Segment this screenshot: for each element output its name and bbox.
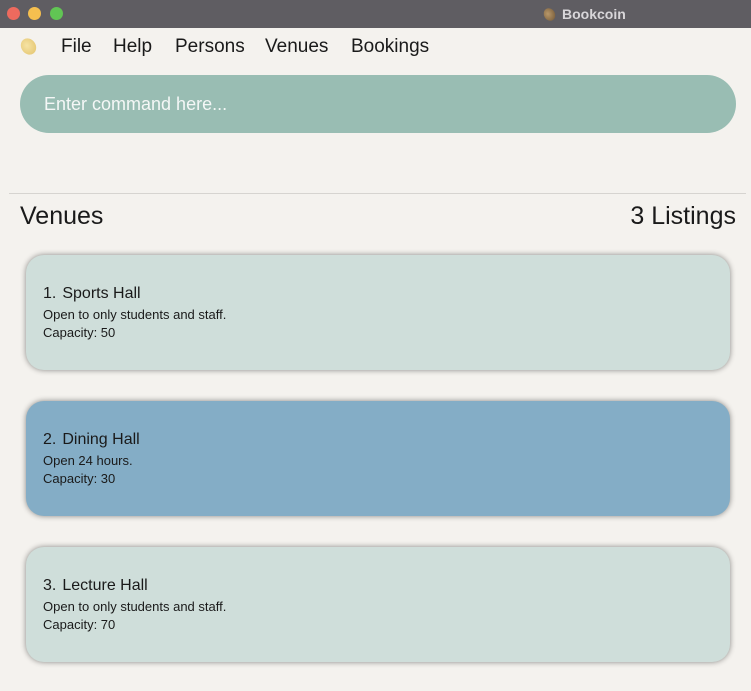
venue-name-line: 2. Dining Hall [43,431,730,449]
menu-venues[interactable]: Venues [265,36,328,58]
venue-index: 2. [43,431,57,448]
window-title: Bookcoin [541,5,626,23]
menu-bookings[interactable]: Bookings [351,36,429,58]
venue-description: Open to only students and staff. [43,599,227,614]
coin-icon [541,5,558,23]
venue-capacity: Capacity: 70 [43,617,116,632]
menu-file[interactable]: File [61,36,92,58]
menu-bar: File Help Persons Venues Bookings [0,28,751,66]
venue-name: Sports Hall [62,285,141,302]
venue-card[interactable]: 2. Dining Hall Open 24 hours. Capacity: 3… [26,401,730,516]
venue-name-line: 3. Lecture Hall [43,577,730,595]
venue-name: Lecture Hall [62,577,148,594]
zoom-window-button[interactable] [50,7,63,20]
menu-help[interactable]: Help [113,36,152,58]
command-input[interactable] [20,75,736,133]
divider [9,193,746,194]
venue-index: 1. [43,285,57,302]
venue-index: 3. [43,577,57,594]
venue-card[interactable]: 3. Lecture Hall Open to only students and… [26,547,730,662]
list-title: Venues [20,202,104,230]
listing-count: 3 Listings [630,202,736,230]
venue-capacity: Capacity: 30 [43,471,116,486]
venue-description: Open 24 hours. [43,453,133,468]
venue-name-line: 1. Sports Hall [43,285,730,303]
menu-persons[interactable]: Persons [175,36,245,58]
coin-icon [17,35,40,58]
window-titlebar: Bookcoin [0,0,751,28]
close-window-button[interactable] [7,7,20,20]
venue-name: Dining Hall [62,431,140,448]
venue-description: Open to only students and staff. [43,307,227,322]
venue-card[interactable]: 1. Sports Hall Open to only students and … [26,255,730,370]
minimize-window-button[interactable] [28,7,41,20]
window-title-text: Bookcoin [562,6,626,22]
venue-capacity: Capacity: 50 [43,325,116,340]
